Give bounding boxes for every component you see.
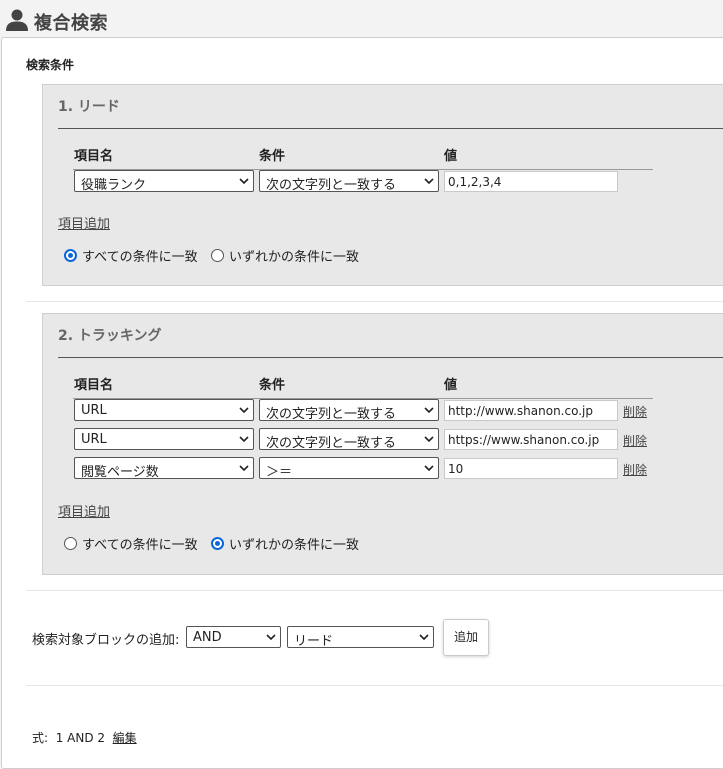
search-panel: 検索条件 1. リード 項目名 条件 値 役職ランク 次の文字列と一致する 0,…	[1, 37, 723, 769]
condition-select-value: 次の文字列と一致する	[266, 407, 397, 421]
page-title: 複合検索	[34, 13, 108, 34]
formula-value: 1 AND 2	[55, 731, 106, 745]
section-divider	[26, 301, 723, 302]
match-any-label: いずれかの条件に一致	[229, 250, 360, 265]
chevron-down-icon	[424, 178, 434, 185]
chevron-down-icon	[424, 465, 434, 472]
condition-select-value: ＞＝	[266, 465, 293, 479]
formula-label: 式:	[32, 731, 49, 745]
item-select-value: 閲覧ページ数	[81, 465, 159, 479]
item-select[interactable]: 役職ランク	[74, 170, 254, 192]
column-header-item: 項目名	[74, 149, 114, 164]
match-all-label: すべての条件に一致	[82, 250, 198, 265]
section-divider	[26, 685, 723, 686]
column-header-condition: 条件	[259, 149, 286, 164]
chevron-down-icon	[239, 465, 249, 472]
match-all-radio[interactable]	[64, 249, 77, 262]
block-title: 1. リード	[58, 99, 120, 115]
chevron-down-icon	[424, 407, 434, 414]
chevron-down-icon	[419, 634, 429, 641]
delete-row-link[interactable]: 削除	[623, 432, 647, 449]
condition-select[interactable]: 次の文字列と一致する	[259, 399, 439, 421]
chevron-down-icon	[424, 436, 434, 443]
search-block-tracking: 2. トラッキング 項目名 条件 値 URL 次の文字列と一致する http:/…	[42, 313, 723, 575]
chevron-down-icon	[239, 436, 249, 443]
add-item-link[interactable]: 項目追加	[58, 213, 110, 232]
edit-formula-link[interactable]: 編集	[113, 731, 137, 745]
condition-select[interactable]: 次の文字列と一致する	[259, 428, 439, 450]
column-header-value: 値	[444, 378, 458, 393]
block-title-divider	[58, 357, 723, 358]
condition-select-value: 次の文字列と一致する	[266, 178, 397, 192]
value-input[interactable]: https://www.shanon.co.jp	[444, 429, 618, 450]
target-block-select-value: リード	[294, 634, 334, 648]
item-select-value: 役職ランク	[81, 178, 147, 192]
match-all-radio[interactable]	[64, 537, 77, 550]
item-select[interactable]: URL	[74, 399, 254, 421]
person-icon	[6, 9, 28, 31]
conditions-title: 検索条件	[26, 58, 75, 72]
match-all-label: すべての条件に一致	[82, 538, 198, 553]
block-title-divider	[58, 128, 723, 129]
column-header-value: 値	[444, 149, 458, 164]
chevron-down-icon	[239, 407, 249, 414]
condition-select[interactable]: ＞＝	[259, 457, 439, 479]
condition-select[interactable]: 次の文字列と一致する	[259, 170, 439, 192]
value-input[interactable]: 10	[444, 458, 618, 479]
item-select[interactable]: 閲覧ページ数	[74, 457, 254, 479]
block-title: 2. トラッキング	[58, 328, 162, 344]
chevron-down-icon	[266, 634, 276, 641]
column-header-item: 項目名	[74, 378, 114, 393]
item-select-value: URL	[81, 432, 107, 447]
column-header-condition: 条件	[259, 378, 286, 393]
condition-select-value: 次の文字列と一致する	[266, 436, 397, 450]
page-header: 複合検索	[0, 0, 723, 38]
operator-select-value: AND	[193, 630, 222, 645]
add-block-label: 検索対象ブロックの追加:	[32, 633, 180, 648]
target-block-select[interactable]: リード	[287, 626, 434, 648]
search-block-lead: 1. リード 項目名 条件 値 役職ランク 次の文字列と一致する 0,1,2,3…	[42, 84, 723, 286]
value-input[interactable]: http://www.shanon.co.jp	[444, 400, 618, 421]
formula: 式: 1 AND 2 編集	[32, 729, 137, 746]
delete-row-link[interactable]: 削除	[623, 461, 647, 478]
add-item-link[interactable]: 項目追加	[58, 501, 110, 520]
match-any-radio[interactable]	[211, 249, 224, 262]
section-divider	[26, 590, 723, 591]
match-any-label: いずれかの条件に一致	[229, 538, 360, 553]
item-select-value: URL	[81, 403, 107, 418]
delete-row-link[interactable]: 削除	[623, 403, 647, 420]
value-input[interactable]: 0,1,2,3,4	[444, 171, 618, 192]
item-select[interactable]: URL	[74, 428, 254, 450]
match-any-radio[interactable]	[211, 537, 224, 550]
operator-select[interactable]: AND	[186, 626, 281, 648]
chevron-down-icon	[239, 178, 249, 185]
add-block-button[interactable]: 追加	[443, 619, 489, 656]
